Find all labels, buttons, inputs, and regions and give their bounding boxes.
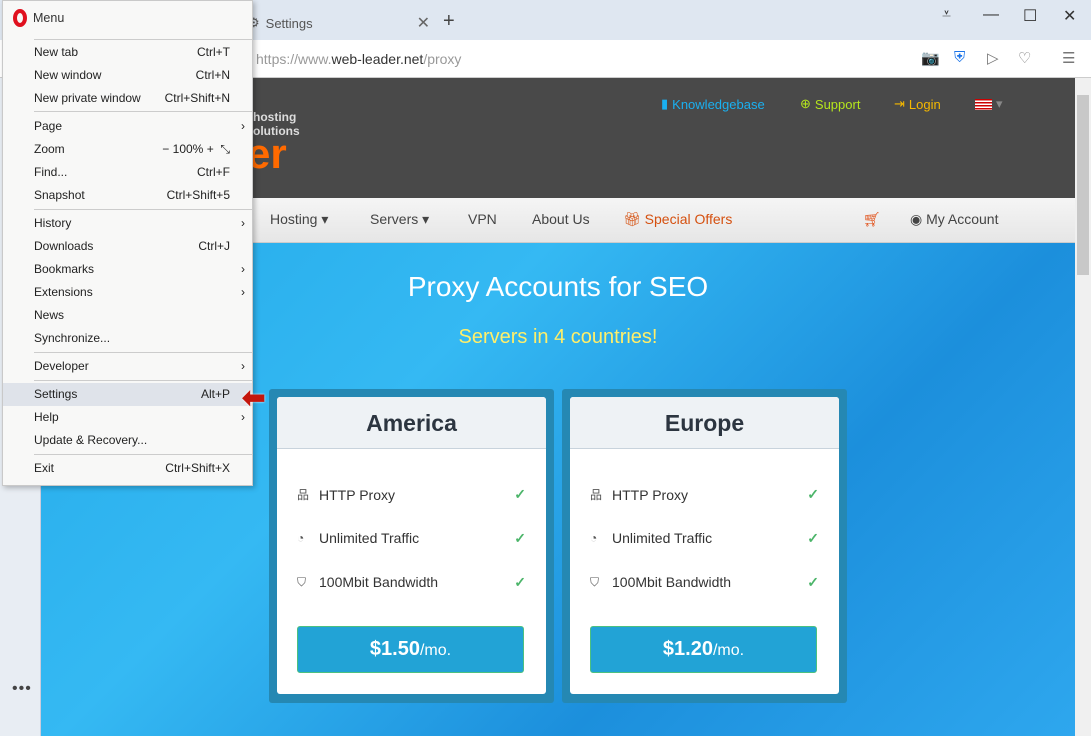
feature-item: ⛉ 100Mbit Bandwidth ✓: [590, 573, 819, 591]
network-icon: 品: [590, 488, 603, 502]
more-icon[interactable]: •••: [12, 680, 32, 698]
nav-hosting[interactable]: Hosting ▾: [270, 211, 328, 228]
lifebuoy-icon: ⊕: [800, 96, 811, 111]
ethernet-icon: ⛉: [297, 574, 307, 589]
menu-header: Menu: [13, 9, 64, 27]
order-button[interactable]: $1.50/mo.: [297, 626, 524, 673]
cart-icon[interactable]: 🛒︎: [863, 211, 881, 228]
network-icon: 品: [297, 488, 310, 502]
zoom-in-button[interactable]: +: [207, 142, 214, 156]
plan-card-europe: Europe 品 HTTP Proxy ✓ ◔ Unlimited Traffic ✓ …: [562, 389, 847, 703]
menu-item-synchronize[interactable]: Synchronize...: [3, 327, 252, 350]
easy-setup-icon[interactable]: ☰: [1062, 49, 1075, 67]
login-icon: ⇥: [894, 96, 905, 111]
close-tab-icon[interactable]: ✕: [417, 13, 430, 33]
plan-card-america: America 品 HTTP Proxy ✓ ◔ Unlimited Traffic ✓…: [269, 389, 554, 703]
camera-icon[interactable]: 📷: [921, 49, 940, 67]
scrollbar-thumb[interactable]: [1077, 95, 1089, 275]
book-icon: ▮: [661, 96, 669, 111]
menu-item-exit[interactable]: Exit Ctrl+Shift+X: [3, 457, 252, 480]
order-button[interactable]: $1.20/mo.: [590, 626, 817, 673]
opera-logo-icon: [13, 9, 27, 27]
feature-item: 品 HTTP Proxy ✓: [297, 486, 526, 503]
gauge-icon: ◔: [297, 531, 305, 545]
user-icon: ◉: [910, 211, 923, 227]
nav-special-offers[interactable]: 🎁︎ Special Offers: [623, 211, 732, 228]
tab-menu-icon[interactable]: ⩡: [942, 6, 951, 24]
ethernet-icon: ⛉: [590, 574, 600, 589]
nav-vpn[interactable]: VPN: [468, 211, 497, 227]
menu-item-update-recovery[interactable]: Update & Recovery...: [3, 429, 252, 452]
plan-name: America: [277, 397, 546, 449]
menu-item-developer[interactable]: Developer ›: [3, 355, 252, 378]
menu-item-bookmarks[interactable]: Bookmarks ›: [3, 258, 252, 281]
check-icon: ✓: [514, 529, 526, 546]
minimize-button[interactable]: —: [983, 6, 999, 24]
check-icon: ✓: [807, 529, 819, 546]
chevron-right-icon: ›: [241, 359, 245, 373]
url-field[interactable]: https://www.web-leader.net/proxy: [256, 51, 461, 67]
feature-item: ◔ Unlimited Traffic ✓: [297, 529, 526, 547]
login-link[interactable]: ⇥ Login: [894, 96, 941, 112]
fullscreen-icon[interactable]: ⤡: [220, 142, 230, 156]
nav-my-account[interactable]: ◉ My Account: [910, 211, 998, 228]
menu-item-settings[interactable]: Settings Alt+P: [3, 383, 252, 406]
adblock-shield-icon[interactable]: ⛨: [954, 49, 965, 66]
check-icon: ✓: [514, 486, 526, 502]
menu-item-help[interactable]: Help ›: [3, 406, 252, 429]
close-window-button[interactable]: ✕: [1063, 6, 1076, 26]
menu-item-extensions[interactable]: Extensions ›: [3, 281, 252, 304]
gauge-icon: ◔: [590, 531, 598, 545]
zoom-out-button[interactable]: −: [162, 142, 169, 156]
menu-item-new-private-window[interactable]: New private window Ctrl+Shift+N: [3, 87, 252, 110]
feature-item: 品 HTTP Proxy ✓: [590, 486, 819, 503]
menu-item-page[interactable]: Page ›: [3, 115, 252, 138]
opera-menu: Menu New tab Ctrl+T New window Ctrl+N New …: [2, 0, 253, 486]
us-flag-icon: [975, 98, 992, 110]
language-selector[interactable]: ▾: [975, 96, 1003, 112]
gift-icon: 🎁︎: [623, 211, 641, 227]
feature-item: ⛉ 100Mbit Bandwidth ✓: [297, 573, 526, 591]
menu-item-new-tab[interactable]: New tab Ctrl+T: [3, 41, 252, 64]
menu-item-snapshot[interactable]: Snapshot Ctrl+Shift+5: [3, 184, 252, 207]
maximize-button[interactable]: ☐: [1023, 6, 1037, 26]
knowledgebase-link[interactable]: ▮ Knowledgebase: [661, 96, 765, 112]
chevron-right-icon: ›: [241, 216, 245, 230]
menu-item-history[interactable]: History ›: [3, 212, 252, 235]
menu-item-downloads[interactable]: Downloads Ctrl+J: [3, 235, 252, 258]
check-icon: ✓: [807, 486, 819, 502]
menu-item-new-window[interactable]: New window Ctrl+N: [3, 64, 252, 87]
check-icon: ✓: [514, 573, 526, 590]
support-link[interactable]: ⊕ Support: [800, 96, 860, 112]
red-arrow-pointer-icon: ⬅: [242, 382, 266, 413]
feature-item: ◔ Unlimited Traffic ✓: [590, 529, 819, 547]
menu-item-news[interactable]: News: [3, 304, 252, 327]
zoom-level: 100%: [172, 142, 204, 156]
check-icon: ✓: [807, 573, 819, 590]
send-icon[interactable]: ▷: [987, 49, 999, 67]
nav-about-us[interactable]: About Us: [532, 211, 590, 227]
new-tab-button[interactable]: +: [443, 10, 455, 33]
menu-item-zoom: Zoom − 100% + ⤡: [34, 142, 230, 156]
tab-settings[interactable]: ⚙ Settings ✕: [248, 8, 438, 38]
plan-name: Europe: [570, 397, 839, 449]
chevron-right-icon: ›: [241, 119, 245, 133]
chevron-right-icon: ›: [241, 285, 245, 299]
chevron-right-icon: ›: [241, 262, 245, 276]
menu-item-find[interactable]: Find... Ctrl+F: [3, 161, 252, 184]
nav-servers[interactable]: Servers ▾: [370, 211, 429, 228]
heart-icon[interactable]: ♡: [1018, 49, 1031, 67]
